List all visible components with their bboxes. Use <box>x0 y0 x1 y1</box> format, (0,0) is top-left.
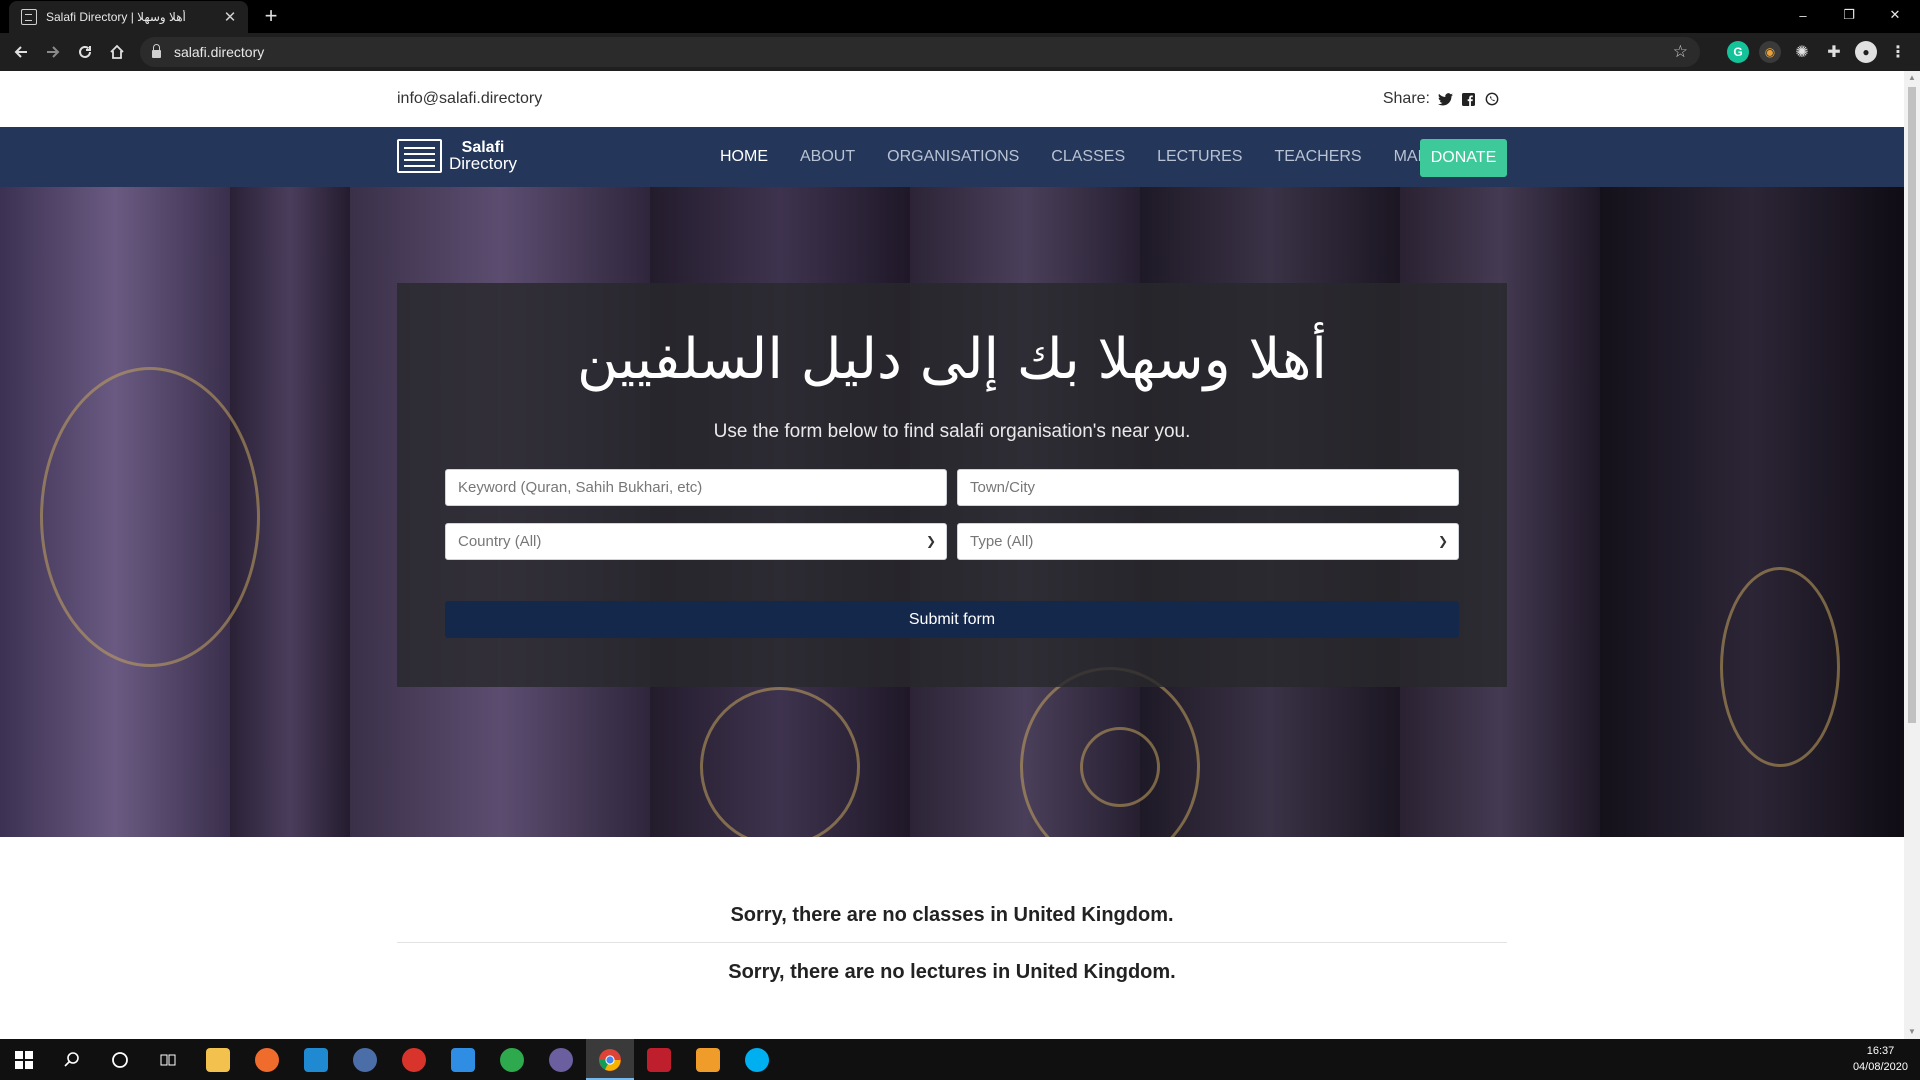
nav-teachers[interactable]: TEACHERS <box>1274 148 1361 166</box>
postman-icon[interactable] <box>243 1039 291 1080</box>
mongodb-icon[interactable] <box>488 1039 536 1080</box>
type-select-value: Type (All) <box>970 533 1034 550</box>
home-icon[interactable] <box>104 39 130 65</box>
nav-classes[interactable]: CLASSES <box>1051 148 1125 166</box>
keyword-input[interactable]: Keyword (Quran, Sahih Bukhari, etc) <box>445 469 947 506</box>
type-select[interactable]: Type (All) ❯ <box>957 523 1459 560</box>
chevron-down-icon: ❯ <box>1437 534 1448 548</box>
postgres-icon[interactable] <box>341 1039 389 1080</box>
task-view-icon[interactable] <box>144 1039 192 1080</box>
gold-ornament <box>40 367 260 667</box>
page-viewport: info@salafi.directory Share: Salafi Dire… <box>0 71 1904 1039</box>
country-select[interactable]: Country (All) ❯ <box>445 523 947 560</box>
site-favicon-icon <box>21 9 37 25</box>
start-button[interactable] <box>0 1039 48 1080</box>
scroll-down-icon[interactable]: ▼ <box>1904 1025 1920 1039</box>
top-contact-bar: info@salafi.directory Share: <box>0 71 1904 127</box>
system-clock[interactable]: 16:37 04/08/2020 <box>1853 1043 1908 1075</box>
gold-ornament <box>1720 567 1840 767</box>
media-player-icon[interactable] <box>537 1039 585 1080</box>
main-navbar: Salafi Directory HOME ABOUT ORGANISATION… <box>0 127 1904 187</box>
new-tab-button[interactable]: + <box>259 3 283 29</box>
browser-tab[interactable]: Salafi Directory | أهلا وسهلا ✕ <box>9 1 248 33</box>
url-text: salafi.directory <box>174 44 265 60</box>
azure-icon[interactable] <box>439 1039 487 1080</box>
logo-mark-icon <box>397 139 442 173</box>
whatsapp-icon[interactable] <box>1484 92 1499 107</box>
browser-tab-strip: Salafi Directory | أهلا وسهلا ✕ + – ❐ ✕ <box>0 0 1920 33</box>
scrollbar-thumb[interactable] <box>1908 87 1916 723</box>
search-icon[interactable] <box>48 1039 96 1080</box>
hero-banner: أهلا وسهلا بك إلى دليل السلفيين Use the … <box>0 187 1904 837</box>
nav-about[interactable]: ABOUT <box>800 148 855 166</box>
section-divider <box>397 942 1507 943</box>
gold-ornament <box>1080 727 1160 807</box>
chrome-icon[interactable] <box>586 1039 634 1080</box>
forward-icon[interactable] <box>40 39 66 65</box>
nav-lectures[interactable]: LECTURES <box>1157 148 1242 166</box>
file-explorer-icon[interactable] <box>194 1039 242 1080</box>
back-icon[interactable] <box>8 39 34 65</box>
country-select-value: Country (All) <box>458 533 542 550</box>
clock-date: 04/08/2020 <box>1852 1061 1908 1073</box>
contact-email-link[interactable]: info@salafi.directory <box>397 90 542 108</box>
search-panel: أهلا وسهلا بك إلى دليل السلفيين Use the … <box>397 283 1507 687</box>
scroll-up-icon[interactable]: ▲ <box>1904 71 1920 85</box>
site-logo[interactable]: Salafi Directory <box>397 139 517 173</box>
puzzle-icon[interactable]: ✚ <box>1823 41 1845 63</box>
bookmark-star-icon[interactable]: ☆ <box>1673 42 1688 62</box>
account-icon[interactable]: ● <box>1855 41 1877 63</box>
windows-taskbar: 16:37 04/08/2020 <box>0 1039 1920 1080</box>
redis-icon[interactable] <box>390 1039 438 1080</box>
close-tab-icon[interactable]: ✕ <box>222 8 238 26</box>
nav-organisations[interactable]: ORGANISATIONS <box>887 148 1019 166</box>
sublime-text-icon[interactable] <box>684 1039 732 1080</box>
cortana-icon[interactable] <box>96 1039 144 1080</box>
color-picker-icon[interactable]: ◉ <box>1759 41 1781 63</box>
lock-icon[interactable] <box>152 44 161 58</box>
no-classes-message: Sorry, there are no classes in United Ki… <box>730 904 1174 926</box>
react-devtools-icon[interactable]: ✺ <box>1791 41 1813 63</box>
gold-ornament <box>700 687 860 837</box>
share-links: Share: <box>1383 90 1499 108</box>
minimize-button[interactable]: – <box>1780 0 1826 30</box>
logo-text: Salafi Directory <box>449 139 518 173</box>
restore-button[interactable]: ❐ <box>1826 0 1872 30</box>
donate-button[interactable]: DONATE <box>1420 139 1507 177</box>
primary-nav: HOME ABOUT ORGANISATIONS CLASSES LECTURE… <box>720 127 1471 187</box>
twitter-icon[interactable] <box>1438 92 1453 107</box>
no-lectures-message: Sorry, there are no lectures in United K… <box>728 961 1176 983</box>
reload-icon[interactable] <box>72 39 98 65</box>
chevron-down-icon: ❯ <box>925 534 936 548</box>
facebook-icon[interactable] <box>1461 92 1476 107</box>
close-window-button[interactable]: ✕ <box>1872 0 1918 30</box>
hero-subtitle: Use the form below to find salafi organi… <box>713 421 1191 442</box>
vscode-icon[interactable] <box>292 1039 340 1080</box>
hero-title: أهلا وسهلا بك إلى دليل السلفيين <box>577 327 1327 392</box>
share-label: Share: <box>1382 90 1430 107</box>
nav-home[interactable]: HOME <box>720 148 768 166</box>
grammarly-icon[interactable]: G <box>1727 41 1749 63</box>
tab-title: Salafi Directory | أهلا وسهلا <box>46 10 186 24</box>
filezilla-icon[interactable] <box>635 1039 683 1080</box>
browser-toolbar: salafi.directory ☆ G ◉ ✺ ✚ ● ⋮ <box>0 33 1920 71</box>
submit-form-button[interactable]: Submit form <box>445 601 1459 638</box>
town-city-input[interactable]: Town/City <box>957 469 1459 506</box>
skype-icon[interactable] <box>733 1039 781 1080</box>
clock-time: 16:37 <box>1866 1045 1895 1057</box>
page-scrollbar[interactable]: ▲ ▼ <box>1904 71 1920 1039</box>
address-bar[interactable]: salafi.directory ☆ <box>140 37 1700 67</box>
menu-icon[interactable]: ⋮ <box>1887 41 1909 63</box>
